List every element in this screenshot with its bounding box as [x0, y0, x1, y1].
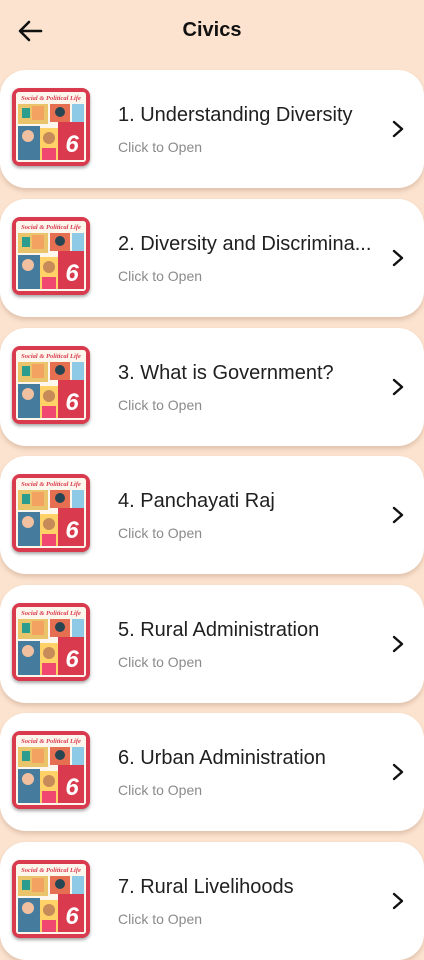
svg-text:6: 6 — [65, 389, 79, 416]
chapter-subtitle: Click to Open — [118, 525, 203, 541]
svg-text:Social & Political Life: Social & Political Life — [21, 353, 81, 360]
chevron-right-icon — [392, 635, 404, 653]
svg-text:Social & Political Life: Social & Political Life — [21, 224, 81, 231]
book-cover-art: Social & Political Life 6 — [16, 607, 86, 677]
chevron-right-icon — [392, 120, 404, 138]
book-cover-thumbnail: Social & Political Life 6 — [12, 346, 90, 424]
chapter-title: 3. What is Government? — [118, 362, 334, 384]
chapter-title: 2. Diversity and Discrimina... — [118, 233, 372, 255]
chapter-card[interactable]: Social & Political Life 6 6. Urban Admini… — [0, 713, 424, 831]
chevron-right-icon — [392, 249, 404, 267]
book-cover-thumbnail: Social & Political Life 6 — [12, 217, 90, 295]
app-bar: Civics — [0, 0, 424, 62]
svg-text:Social & Political Life: Social & Political Life — [21, 867, 81, 874]
svg-text:6: 6 — [65, 646, 79, 673]
chapter-title: 4. Panchayati Raj — [118, 490, 275, 512]
svg-text:Social & Political Life: Social & Political Life — [21, 95, 81, 102]
book-cover-art: Social & Political Life 6 — [16, 478, 86, 548]
chapter-card[interactable]: Social & Political Life 6 3. What is Gove… — [0, 328, 424, 446]
chevron-right-icon — [392, 892, 404, 910]
chapter-subtitle: Click to Open — [118, 397, 203, 413]
chapter-subtitle: Click to Open — [118, 268, 203, 284]
book-cover-art: Social & Political Life 6 — [16, 92, 86, 162]
chapter-card[interactable]: Social & Political Life 6 1. Understandin… — [0, 70, 424, 188]
chapter-subtitle: Click to Open — [118, 654, 203, 670]
book-cover-art: Social & Political Life 6 — [16, 735, 86, 805]
chapter-card[interactable]: Social & Political Life 6 5. Rural Admini… — [0, 585, 424, 703]
chevron-right-icon — [392, 763, 404, 781]
chevron-right-icon — [392, 506, 404, 524]
chapter-card[interactable]: Social & Political Life 6 7. Rural Liveli… — [0, 842, 424, 960]
chapter-card[interactable]: Social & Political Life 6 2. Diversity an… — [0, 199, 424, 317]
chapter-card[interactable]: Social & Political Life 6 4. Panchayati R… — [0, 456, 424, 574]
book-cover-thumbnail: Social & Political Life 6 — [12, 731, 90, 809]
svg-text:6: 6 — [65, 131, 79, 158]
chapter-subtitle: Click to Open — [118, 139, 203, 155]
book-cover-art: Social & Political Life 6 — [16, 864, 86, 934]
book-cover-thumbnail: Social & Political Life 6 — [12, 860, 90, 938]
chapter-title: 5. Rural Administration — [118, 619, 320, 641]
svg-text:6: 6 — [65, 260, 79, 287]
chapter-subtitle: Click to Open — [118, 911, 203, 927]
page-title: Civics — [182, 19, 242, 41]
svg-text:Social & Political Life: Social & Political Life — [21, 610, 81, 617]
chevron-right-icon — [392, 378, 404, 396]
svg-text:6: 6 — [65, 774, 79, 801]
book-cover-thumbnail: Social & Political Life 6 — [12, 603, 90, 681]
chapter-title: 1. Understanding Diversity — [118, 104, 353, 126]
svg-text:6: 6 — [65, 903, 79, 930]
book-cover-art: Social & Political Life 6 — [16, 350, 86, 420]
svg-text:6: 6 — [65, 517, 79, 544]
chapter-title: 6. Urban Administration — [118, 747, 326, 769]
chapter-subtitle: Click to Open — [118, 782, 203, 798]
book-cover-art: Social & Political Life 6 — [16, 221, 86, 291]
chapter-title: 7. Rural Livelihoods — [118, 876, 294, 898]
book-cover-thumbnail: Social & Political Life 6 — [12, 474, 90, 552]
svg-text:Social & Political Life: Social & Political Life — [21, 481, 81, 488]
book-cover-thumbnail: Social & Political Life 6 — [12, 88, 90, 166]
svg-text:Social & Political Life: Social & Political Life — [21, 738, 81, 745]
